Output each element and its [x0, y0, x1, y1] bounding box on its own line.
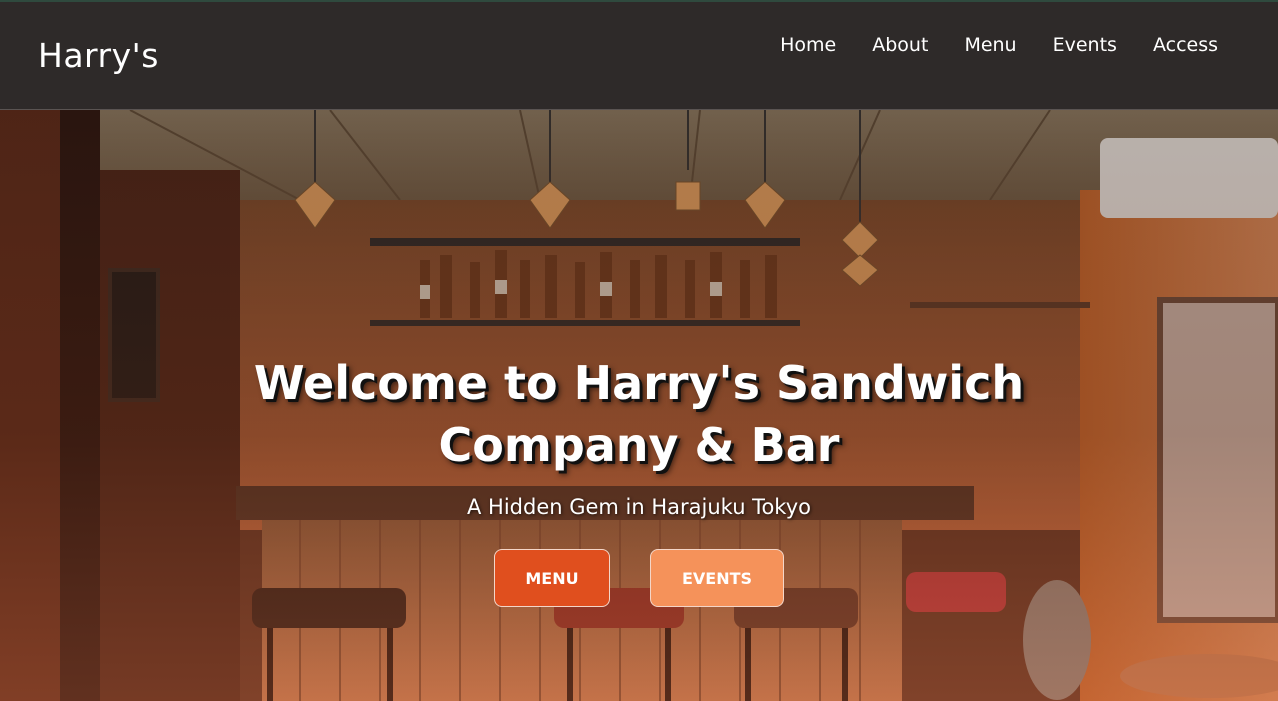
nav-access[interactable]: Access: [1153, 32, 1218, 58]
hero-section: Welcome to Harry's Sandwich Company & Ba…: [0, 110, 1278, 701]
hero-title: Welcome to Harry's Sandwich Company & Ba…: [0, 352, 1278, 476]
menu-button[interactable]: MENU: [494, 549, 610, 607]
main-nav: Home About Menu Events Access: [780, 32, 1218, 58]
nav-about[interactable]: About: [872, 32, 928, 58]
site-logo[interactable]: Harry's: [38, 36, 159, 76]
hero-title-line-1: Welcome to Harry's Sandwich: [253, 356, 1025, 410]
nav-menu[interactable]: Menu: [964, 32, 1016, 58]
hero-subtitle: A Hidden Gem in Harajuku Tokyo: [467, 495, 811, 519]
events-button[interactable]: EVENTS: [650, 549, 784, 607]
hero-title-line-2: Company & Bar: [438, 418, 840, 472]
site-header: Harry's Home About Menu Events Access: [0, 2, 1278, 110]
nav-events[interactable]: Events: [1053, 32, 1117, 58]
nav-home[interactable]: Home: [780, 32, 836, 58]
